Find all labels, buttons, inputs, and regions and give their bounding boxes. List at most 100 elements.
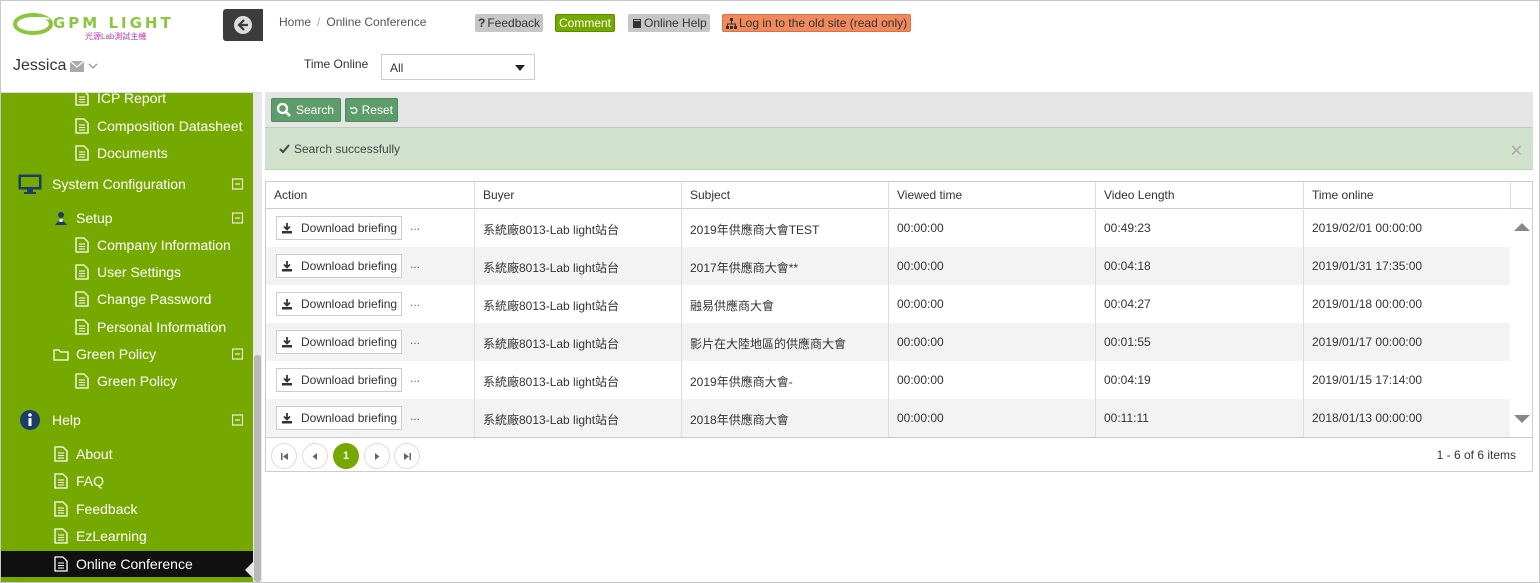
- page-number-current[interactable]: 1: [333, 443, 359, 469]
- document-icon: [73, 93, 91, 107]
- collapse-toggle-icon[interactable]: [232, 212, 243, 224]
- more-actions-button[interactable]: ...: [410, 257, 420, 271]
- sidebar-item-label: Green Policy: [97, 373, 178, 389]
- column-header-video-length[interactable]: Video Length: [1095, 182, 1303, 209]
- book-icon: [633, 18, 641, 28]
- close-icon[interactable]: ✕: [1510, 141, 1523, 161]
- sidebar-item-composition-datasheet[interactable]: Composition Datasheet: [1, 114, 253, 138]
- sidebar-item-label: FAQ: [76, 473, 105, 489]
- video-length-cell: 00:04:18: [1095, 247, 1303, 285]
- download-briefing-button[interactable]: Download briefing: [276, 216, 403, 240]
- feedback-button[interactable]: ? Feedback: [475, 14, 544, 32]
- comment-button[interactable]: Comment: [555, 14, 616, 32]
- document-icon: [73, 236, 91, 254]
- document-icon: [73, 372, 91, 390]
- more-actions-button[interactable]: ...: [410, 219, 420, 233]
- viewed-time-cell: 00:00:00: [888, 361, 1095, 399]
- old-site-login-button[interactable]: Log in to the old site (read only): [722, 14, 912, 32]
- column-header-viewed-time[interactable]: Viewed time: [888, 182, 1095, 209]
- sidebar-item-ezlearning[interactable]: EzLearning: [1, 524, 253, 548]
- last-page-icon: [403, 452, 411, 460]
- reset-icon: [350, 106, 358, 114]
- collapse-toggle-icon[interactable]: [232, 414, 243, 426]
- sidebar-item-feedback[interactable]: Feedback: [1, 497, 253, 521]
- brand-area: GPM LIGHT 光源Lab測試主機 Jessica: [1, 1, 263, 93]
- next-page-icon: [375, 452, 380, 460]
- download-briefing-button[interactable]: Download briefing: [276, 330, 403, 354]
- search-label: Search: [296, 103, 335, 117]
- sidebar-item-setup[interactable]: Setup: [1, 205, 253, 231]
- sidebar-item-green-policy-page[interactable]: Green Policy: [1, 369, 253, 393]
- reset-button[interactable]: Reset: [345, 98, 398, 122]
- column-header-buyer[interactable]: Buyer: [474, 182, 681, 209]
- more-actions-button[interactable]: ...: [410, 295, 420, 309]
- download-icon: [282, 223, 292, 234]
- more-actions-button[interactable]: ...: [410, 409, 420, 423]
- download-icon: [282, 299, 292, 310]
- time-online-cell: 2019/01/31 17:35:00: [1303, 247, 1510, 285]
- next-page-button[interactable]: [364, 443, 390, 469]
- sidebar-item-about[interactable]: About: [1, 442, 253, 466]
- column-header-action[interactable]: Action: [266, 182, 474, 209]
- sidebar-item-documents[interactable]: Documents: [1, 141, 253, 165]
- arrow-left-circle-icon: [234, 16, 252, 34]
- subject-cell: 融易供應商大會: [681, 285, 888, 323]
- search-button[interactable]: Search: [271, 98, 341, 122]
- download-briefing-button[interactable]: Download briefing: [276, 254, 403, 278]
- sidebar: GPM LIGHT 光源Lab測試主機 Jessica ICP Report Co…: [1, 1, 263, 582]
- envelope-icon: [70, 60, 85, 72]
- user-menu[interactable]: Jessica: [13, 57, 98, 75]
- last-page-button[interactable]: [394, 443, 420, 469]
- sidebar-scrollbar[interactable]: [253, 93, 262, 582]
- online-help-button[interactable]: Online Help: [628, 14, 710, 32]
- more-actions-button[interactable]: ...: [410, 371, 420, 385]
- document-icon: [52, 445, 70, 463]
- monitor-icon: [17, 174, 43, 194]
- sidebar-item-online-conference[interactable]: Online Conference: [1, 551, 253, 578]
- sidebar-item-faq[interactable]: FAQ: [1, 469, 253, 493]
- prev-page-button[interactable]: [302, 443, 328, 469]
- sidebar-item-green-policy[interactable]: Green Policy: [1, 342, 253, 366]
- collapse-toggle-icon[interactable]: [232, 348, 243, 360]
- sidebar-item-user-settings[interactable]: User Settings: [1, 260, 253, 284]
- download-briefing-button[interactable]: Download briefing: [276, 406, 403, 430]
- more-actions-button[interactable]: ...: [410, 333, 420, 347]
- download-briefing-button[interactable]: Download briefing: [276, 292, 403, 316]
- grid-pager: 1 1 - 6 of 6 items: [266, 437, 1532, 471]
- table-row: Download briefing... 系統廠8013-Lab light站台影…: [266, 323, 1510, 361]
- scroll-up-arrow-icon[interactable]: [1514, 223, 1530, 231]
- sidebar-item-system-configuration[interactable]: System Configuration: [1, 169, 253, 199]
- download-icon: [282, 337, 292, 348]
- sidebar-item-help[interactable]: Help: [1, 405, 253, 435]
- grid-scrollbar[interactable]: [1511, 209, 1532, 437]
- sidebar-item-label: User Settings: [97, 264, 182, 280]
- sidebar-scrollbar-thumb[interactable]: [254, 355, 261, 582]
- buyer-cell: 系統廠8013-Lab light站台: [474, 399, 681, 437]
- document-icon: [73, 318, 91, 336]
- column-header-time-online[interactable]: Time online: [1303, 182, 1510, 209]
- collapse-toggle-icon[interactable]: [232, 178, 243, 190]
- column-header-subject[interactable]: Subject: [681, 182, 888, 209]
- sidebar-item-personal-information[interactable]: Personal Information: [1, 315, 253, 339]
- time-online-select[interactable]: All: [381, 54, 535, 80]
- sidebar-item-label: Feedback: [76, 501, 138, 517]
- time-online-cell: 2019/01/15 17:14:00: [1303, 361, 1510, 399]
- action-cell: Download briefing...: [266, 209, 474, 247]
- sidebar-item-company-information[interactable]: Company Information: [1, 233, 253, 257]
- folder-icon: [52, 345, 70, 363]
- breadcrumb-home[interactable]: Home: [279, 15, 311, 29]
- sidebar-item-icp-report[interactable]: ICP Report: [1, 93, 253, 109]
- active-indicator-icon: [245, 562, 253, 578]
- sidebar-item-label: Setup: [76, 210, 113, 226]
- table-row: Download briefing... 系統廠8013-Lab light站台 2…: [266, 361, 1510, 399]
- download-icon: [282, 413, 292, 424]
- comment-label: Comment: [559, 16, 612, 30]
- download-briefing-label: Download briefing: [301, 373, 398, 387]
- sidebar-item-change-password[interactable]: Change Password: [1, 287, 253, 311]
- first-page-button[interactable]: [271, 443, 297, 469]
- subject-cell: 2018年供應商大會: [681, 399, 888, 437]
- collapse-sidebar-button[interactable]: [223, 9, 263, 41]
- scroll-down-arrow-icon[interactable]: [1514, 415, 1530, 423]
- viewed-time-cell: 00:00:00: [888, 323, 1095, 361]
- download-briefing-button[interactable]: Download briefing: [276, 368, 403, 392]
